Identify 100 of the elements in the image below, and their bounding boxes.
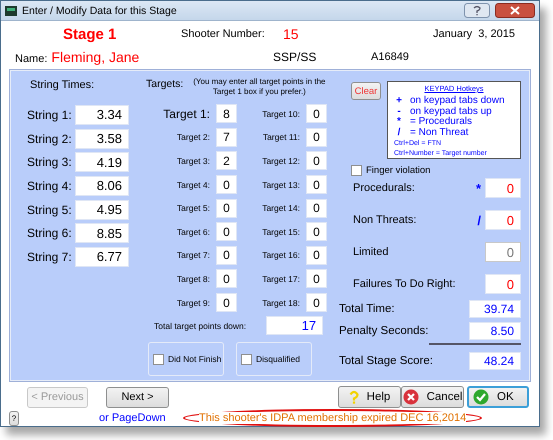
target-label: Target 17: — [262, 274, 300, 284]
string-time-field[interactable]: 4.19 — [75, 152, 129, 172]
hotkey-key: * — [476, 180, 481, 196]
checkbox[interactable] — [153, 354, 164, 365]
checkbox[interactable] — [351, 165, 362, 176]
target-field[interactable]: 0 — [306, 246, 327, 265]
membership-notice: This shooter's IDPA membership expired DEC 16,2014 — [199, 412, 466, 424]
target-field[interactable]: 0 — [306, 175, 327, 194]
field-label: Total target points down: — [154, 320, 246, 331]
target-label: Target 13: — [262, 180, 300, 190]
target-label: Target 14: — [262, 203, 300, 214]
hotkey-key: / — [477, 212, 481, 228]
field-label: Total Stage Score: — [339, 355, 434, 367]
hotkey-text: on keypad tabs up — [410, 106, 492, 116]
check-icon — [473, 389, 489, 405]
target-field[interactable]: 0 — [306, 151, 327, 170]
target-label: Target 4: — [176, 180, 210, 190]
string-time-field[interactable]: 8.06 — [75, 176, 129, 196]
help-icon[interactable] — [464, 3, 490, 18]
field-label: Name: — [15, 53, 48, 65]
target-field[interactable]: 0 — [216, 175, 237, 194]
string-label: String 6: — [27, 226, 73, 240]
string-time-field[interactable]: 6.77 — [75, 246, 129, 267]
close-icon[interactable] — [495, 3, 535, 18]
field-label: Failures To Do Right: — [353, 278, 457, 290]
member-id: A16849 — [371, 51, 409, 63]
target-field[interactable]: 0 — [306, 104, 327, 124]
field-label: Limited — [353, 246, 390, 258]
target-field[interactable]: 0 — [306, 198, 327, 218]
target-label: Target 11: — [262, 132, 300, 142]
penalty-field[interactable]: 0 — [485, 210, 521, 230]
cancel-icon — [402, 389, 419, 405]
target-label: Target 5: — [176, 203, 210, 214]
target-label: Target 1: — [163, 106, 210, 121]
string-time-field[interactable]: 4.95 — [75, 200, 129, 220]
string-label: String 7: — [27, 250, 73, 264]
target-field[interactable]: 0 — [216, 269, 237, 288]
target-label: Target 15: — [262, 226, 300, 237]
division-text: SSP/SS — [273, 50, 316, 64]
shooter-name: Fleming, Jane — [51, 49, 140, 65]
target-label: Target 18: — [262, 298, 300, 308]
shooter-number: 15 — [282, 26, 299, 42]
hotkey-key: - — [394, 106, 404, 117]
target-field[interactable]: 2 — [216, 151, 237, 170]
penalty-field[interactable]: 0 — [485, 178, 521, 198]
field-label: Total Time: — [339, 303, 396, 315]
target-field[interactable]: 0 — [306, 128, 327, 147]
target-label: Target 8: — [176, 274, 210, 284]
field-label: Non Threats: — [353, 214, 418, 226]
target-field[interactable]: 0 — [216, 293, 237, 312]
string-label: String 2: — [27, 132, 73, 146]
app-icon — [5, 4, 17, 16]
hotkey-key: * — [394, 117, 404, 128]
target-field[interactable]: 0 — [216, 198, 237, 218]
target-field[interactable]: 0 — [306, 293, 327, 312]
string-time-field[interactable]: 8.85 — [75, 223, 129, 244]
hotkey-text: = Procedurals — [410, 117, 472, 128]
help-button[interactable]: Help — [338, 386, 401, 408]
total-points-field[interactable]: 17 — [266, 316, 324, 336]
target-field[interactable]: 0 — [216, 222, 237, 242]
hotkey-key: + — [394, 96, 404, 106]
target-label: Target 6: — [176, 226, 210, 237]
total-field[interactable]: 8.50 — [469, 322, 521, 340]
cancel-button[interactable]: Cancel — [401, 386, 464, 408]
penalty-field[interactable]: 0 — [485, 274, 521, 294]
hint-text: or PageDown — [99, 412, 167, 424]
target-label: Target 16: — [262, 250, 300, 260]
target-field[interactable]: 0 — [306, 222, 327, 242]
target-label: Target 7: — [176, 250, 210, 260]
target-field[interactable]: 0 — [306, 269, 327, 288]
string-time-field[interactable]: 3.34 — [75, 104, 129, 125]
ok-button[interactable]: OK — [467, 386, 529, 408]
penalty-field: 0 — [485, 242, 521, 262]
question-icon — [348, 390, 359, 404]
target-field[interactable]: 8 — [216, 104, 237, 124]
checkbox-label: Disqualified — [256, 354, 300, 364]
section-label: Targets: — [146, 77, 184, 92]
target-label: Target 9: — [176, 298, 210, 308]
window-title: Enter / Modify Data for this Stage — [22, 4, 178, 16]
checkbox-label: Did Not Finish — [168, 354, 222, 364]
string-time-field[interactable]: 3.58 — [75, 128, 129, 149]
target-label: Target 3: — [176, 156, 210, 166]
date-text: January 3, 2015 — [433, 28, 515, 40]
checkbox-label: Finger violation — [366, 165, 430, 176]
hint-text: (You may enter all target points in the Target 1 box if you prefer.) — [192, 77, 326, 97]
previous-button: < Previous — [27, 386, 88, 408]
help-button[interactable]: ? — [9, 410, 19, 426]
target-field[interactable]: 7 — [216, 128, 237, 147]
target-label: Target 10: — [262, 108, 300, 119]
string-label: String 4: — [27, 178, 73, 193]
string-label: String 5: — [27, 202, 73, 217]
total-field[interactable]: 39.74 — [469, 300, 521, 318]
target-label: Target 12: — [262, 156, 300, 166]
target-field[interactable]: 0 — [216, 246, 237, 265]
hotkey-text: = Non Threat — [410, 128, 468, 138]
checkbox[interactable] — [241, 354, 252, 365]
hotkey-key: / — [394, 128, 404, 138]
total-field[interactable]: 48.24 — [469, 352, 521, 370]
stage-title: Stage 1 — [62, 26, 118, 42]
next-button[interactable]: Next > — [106, 386, 169, 408]
